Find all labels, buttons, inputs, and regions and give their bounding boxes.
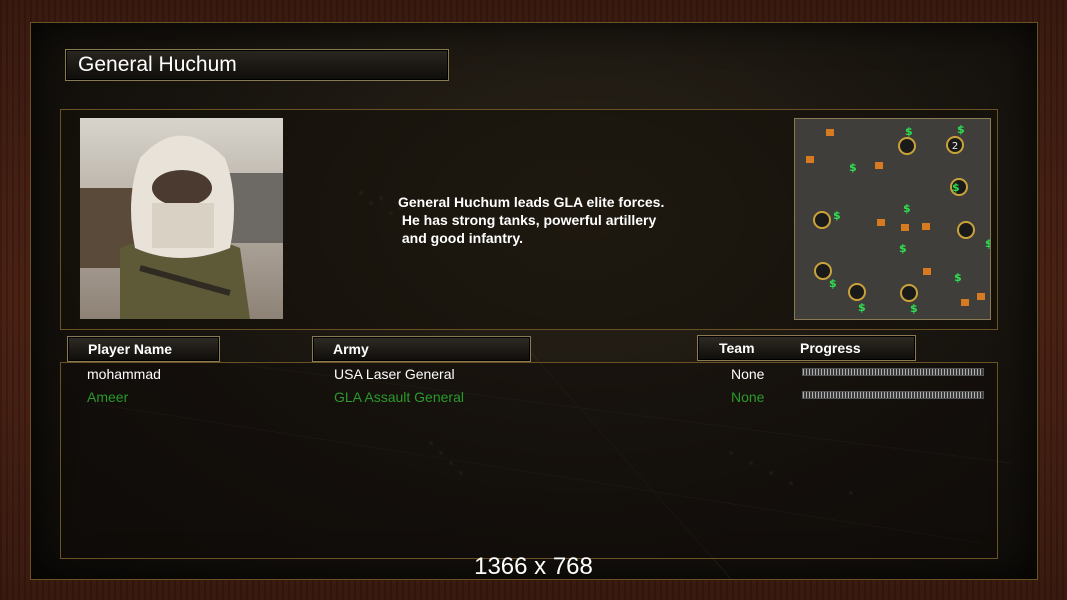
- general-portrait: [80, 118, 283, 319]
- progress-header-label: Progress: [800, 340, 861, 356]
- money-icon: $: [903, 202, 911, 215]
- player-start-marker: 2: [952, 141, 958, 152]
- description-line: and good infantry.: [398, 230, 523, 246]
- player-progress-bar: [802, 368, 984, 376]
- general-name: General Huchum: [78, 53, 237, 76]
- money-icon: $: [954, 271, 962, 284]
- column-header-army[interactable]: Army: [312, 336, 531, 362]
- money-icon: $: [899, 242, 907, 255]
- player-army: USA Laser General: [334, 366, 455, 382]
- team-header-label: Team: [719, 340, 755, 356]
- army-header-label: Army: [333, 341, 369, 357]
- minimap: 2 $ $ $ $ $ $ $ $ $ $ $ $: [794, 118, 993, 320]
- player-team: None: [731, 389, 765, 405]
- general-title-bar: General Huchum: [65, 49, 449, 81]
- money-icon: $: [833, 209, 841, 222]
- money-icon: $: [952, 181, 960, 194]
- player-progress-bar: [802, 391, 984, 399]
- money-icon: $: [849, 161, 857, 174]
- general-description: General Huchum leads GLA elite forces. H…: [398, 193, 718, 247]
- money-icon: $: [957, 123, 965, 136]
- player-team: None: [731, 366, 765, 382]
- player-name-header-label: Player Name: [88, 341, 173, 357]
- money-icon: $: [829, 277, 837, 290]
- player-name: mohammad: [87, 366, 161, 382]
- description-line: He has strong tanks, powerful artillery: [398, 212, 657, 228]
- description-line: General Huchum leads GLA elite forces.: [398, 194, 665, 210]
- column-header-player-name[interactable]: Player Name: [67, 336, 220, 362]
- player-army: GLA Assault General: [334, 389, 464, 405]
- money-icon: $: [985, 237, 990, 250]
- resolution-label: 1366 x 768: [474, 553, 593, 580]
- money-icon: $: [905, 125, 913, 138]
- column-header-team-progress[interactable]: Team Progress: [697, 335, 916, 361]
- player-name: Ameer: [87, 389, 129, 405]
- money-icon: $: [910, 302, 918, 315]
- money-icon: $: [858, 301, 866, 314]
